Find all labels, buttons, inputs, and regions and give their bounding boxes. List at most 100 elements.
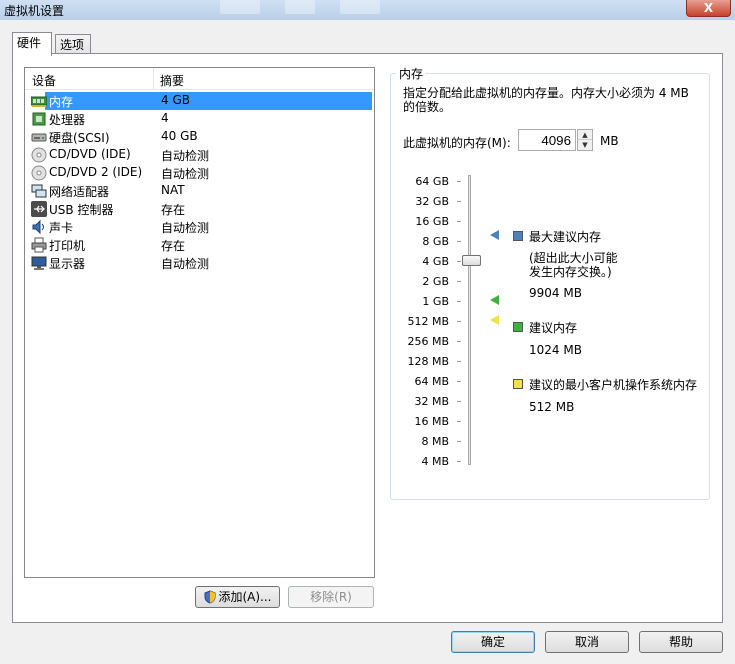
device-summary: NAT: [161, 183, 185, 197]
slider-tick-label: 512 MB: [407, 315, 449, 328]
min-memory-title: 建议的最小客户机操作系统内存: [529, 378, 698, 392]
list-item[interactable]: USB 控制器 存在: [27, 200, 372, 218]
column-header-device[interactable]: 设备: [32, 72, 56, 89]
sound-card-icon: [31, 219, 47, 235]
processor-icon: [31, 111, 47, 127]
slider-tick-label: 2 GB: [422, 275, 449, 288]
device-name: 显示器: [49, 257, 86, 271]
slider-tick-label: 16 MB: [414, 415, 449, 428]
slider-tick-mark: [457, 221, 461, 222]
device-summary: 40 GB: [161, 129, 198, 143]
ok-button[interactable]: 确定: [451, 631, 535, 653]
max-memory-marker-icon: [490, 230, 499, 240]
slider-tick-mark: [457, 321, 461, 322]
slider-tick-mark: [457, 341, 461, 342]
memory-description: 指定分配给此虚拟机的内存量。内存大小必须为 4 MB 的倍数。: [403, 86, 689, 114]
uac-shield-icon: [203, 590, 217, 610]
slider-tick-mark: [457, 361, 461, 362]
slider-tick-label: 4 MB: [421, 455, 449, 468]
list-item[interactable]: CD/DVD (IDE) 自动检测: [27, 146, 372, 164]
slider-tick-label: 256 MB: [407, 335, 449, 348]
recommended-memory-title: 建议内存: [529, 321, 578, 335]
device-summary: 自动检测: [161, 221, 210, 235]
slider-tick-label: 32 MB: [414, 395, 449, 408]
device-name: USB 控制器: [49, 203, 114, 217]
slider-tick-mark: [457, 421, 461, 422]
printer-icon: [31, 237, 47, 253]
spin-up-arrow-icon[interactable]: ▲: [578, 130, 592, 140]
title-bar: 虚拟机设置 X: [0, 0, 735, 20]
tab-hardware[interactable]: 硬件: [12, 32, 52, 56]
slider-tick-mark: [457, 281, 461, 282]
list-item[interactable]: 内存 4 GB: [27, 92, 372, 110]
spin-down-arrow-icon[interactable]: ▼: [578, 140, 592, 150]
list-item[interactable]: 网络适配器 NAT: [27, 182, 372, 200]
monitor-icon: [31, 255, 47, 271]
title-bar-background-item: [285, 0, 315, 14]
slider-tick-label: 1 GB: [422, 295, 449, 308]
memory-slider-thumb[interactable]: [462, 255, 481, 266]
cd-dvd-icon: [31, 165, 47, 181]
slider-tick-label: 64 GB: [415, 175, 449, 188]
device-summary: 存在: [161, 239, 186, 253]
device-summary: 自动检测: [161, 257, 210, 271]
min-memory-legend-icon: [513, 379, 523, 389]
max-memory-legend-icon: [513, 231, 523, 241]
add-button-label: 添加(A)...: [218, 590, 272, 604]
column-separator[interactable]: [153, 68, 154, 90]
list-header: 设备 摘要: [25, 68, 374, 90]
slider-tick-mark: [457, 441, 461, 442]
title-bar-background-item: [220, 0, 260, 14]
network-adapter-icon: [31, 183, 47, 199]
slider-tick-mark: [457, 241, 461, 242]
device-list[interactable]: 设备 摘要 内存 4 GB 处理器 4 硬盘(SCSI) 40 GB CD/DV…: [24, 67, 375, 578]
slider-tick-label: 8 GB: [422, 235, 449, 248]
hard-disk-icon: [31, 129, 47, 145]
slider-tick-label: 8 MB: [421, 435, 449, 448]
selection-highlight: [45, 92, 372, 110]
memory-unit-label: MB: [600, 134, 619, 148]
list-item[interactable]: 硬盘(SCSI) 40 GB: [27, 128, 372, 146]
list-item[interactable]: 处理器 4: [27, 110, 372, 128]
add-device-button[interactable]: 添加(A)...: [195, 586, 280, 608]
device-name: 处理器: [49, 113, 86, 127]
device-name: CD/DVD 2 (IDE): [49, 165, 143, 179]
slider-tick-label: 32 GB: [415, 195, 449, 208]
remove-device-button[interactable]: 移除(R): [288, 586, 374, 608]
slider-tick-mark: [457, 201, 461, 202]
device-name: 网络适配器: [49, 185, 110, 199]
device-summary: 自动检测: [161, 149, 210, 163]
list-item[interactable]: 显示器 自动检测: [27, 254, 372, 272]
device-summary: 存在: [161, 203, 186, 217]
cd-dvd-icon: [31, 147, 47, 163]
memory-slider-track[interactable]: [468, 175, 471, 465]
list-item[interactable]: CD/DVD 2 (IDE) 自动检测: [27, 164, 372, 182]
slider-tick-mark: [457, 401, 461, 402]
recommended-memory-legend-icon: [513, 322, 523, 332]
slider-tick-mark: [457, 301, 461, 302]
list-item[interactable]: 声卡 自动检测: [27, 218, 372, 236]
max-memory-value: 9904 MB: [529, 286, 582, 300]
slider-tick-mark: [457, 261, 461, 262]
max-memory-title: 最大建议内存: [529, 230, 602, 244]
memory-icon: [30, 93, 48, 109]
device-name: 打印机: [49, 239, 86, 253]
memory-spinner[interactable]: ▲ ▼: [577, 129, 593, 151]
memory-group-title: 内存: [396, 65, 427, 82]
list-item[interactable]: 打印机 存在: [27, 236, 372, 254]
device-name: 硬盘(SCSI): [49, 131, 110, 145]
usb-icon: [31, 201, 47, 217]
memory-size-input[interactable]: [518, 129, 576, 151]
min-memory-value: 512 MB: [529, 400, 575, 414]
device-name: 声卡: [49, 221, 74, 235]
title-bar-background-item: [340, 0, 380, 14]
slider-tick-label: 4 GB: [422, 255, 449, 268]
slider-tick-label: 64 MB: [414, 375, 449, 388]
column-header-summary[interactable]: 摘要: [160, 72, 184, 89]
device-summary: 4 GB: [161, 93, 190, 107]
slider-tick-mark: [457, 461, 461, 462]
help-button[interactable]: 帮助: [639, 631, 723, 653]
cancel-button[interactable]: 取消: [545, 631, 629, 653]
close-button[interactable]: X: [686, 0, 731, 17]
recommended-memory-value: 1024 MB: [529, 343, 582, 357]
